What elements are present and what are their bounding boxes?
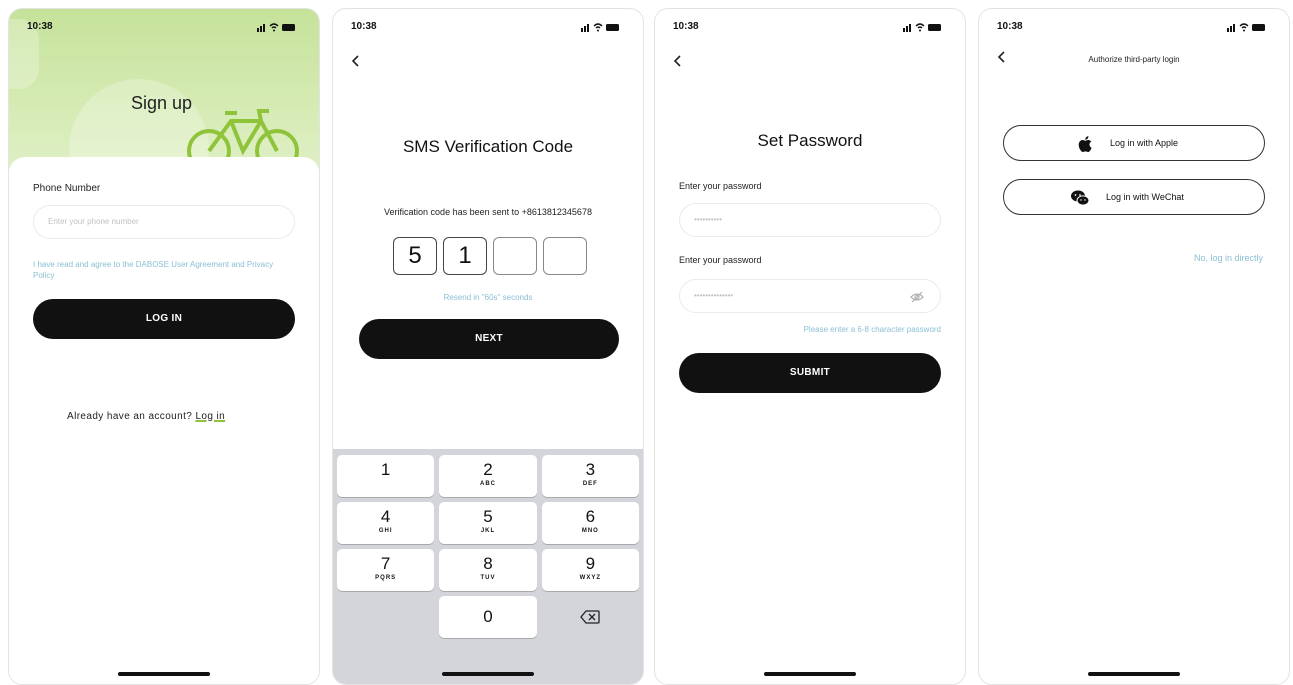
password-input[interactable]: •••••••••• [679, 203, 941, 237]
status-bar: 10:38 [9, 21, 319, 35]
signup-screen: Sign up 10:38 Phone Number Enter your ph… [8, 8, 320, 685]
status-bar: 10:38 [333, 21, 643, 35]
password-label: Enter your password [679, 181, 762, 191]
code-digit[interactable]: 1 [443, 237, 487, 275]
third-party-screen: 10:38 Authorize third-party login Log in… [978, 8, 1290, 685]
signal-battery-icon [257, 23, 295, 32]
page-title: Set Password [757, 131, 863, 150]
wechat-icon [1071, 190, 1090, 206]
password-value: •••••••••• [694, 215, 723, 224]
confirm-password-value: •••••••••••••• [694, 291, 734, 300]
key-6[interactable]: 6 MNO [541, 502, 639, 544]
home-indicator [764, 672, 856, 676]
key-letters: WXYZ [579, 575, 601, 581]
key-number: 4 [380, 507, 391, 526]
status-time: 10:38 [997, 21, 1023, 32]
status-bar: 10:38 [979, 21, 1289, 35]
eye-hidden-icon[interactable] [910, 290, 924, 304]
status-time: 10:38 [351, 21, 377, 32]
phone-input[interactable]: Enter your phone number [33, 205, 295, 239]
password-screen: 10:38 Set Password Enter your password •… [654, 8, 966, 685]
code-digit[interactable] [543, 237, 587, 275]
agreement-link[interactable]: I have read and agree to the DABOSE User… [33, 259, 295, 281]
key-letters: DEF [582, 481, 598, 487]
key-1[interactable]: 1 [337, 455, 435, 497]
phone-placeholder: Enter your phone number [48, 217, 139, 226]
already-text: Already have an account? [67, 411, 193, 422]
key-5[interactable]: 5 JKL [439, 502, 537, 544]
phone-label: Phone Number [33, 183, 101, 194]
key-letters: GHI [378, 528, 393, 534]
already-account: Already have an account? Log in [67, 411, 225, 422]
login-link[interactable]: Log in [195, 411, 225, 422]
key-letters: JKL [480, 528, 496, 534]
sent-message: Verification code has been sent to +8613… [384, 207, 592, 217]
numeric-keypad: 1 2 ABC 3 DEF 4 GHI 5 JKL 6 MNO 7 PQRS 8 TUV 9 W… [333, 449, 643, 684]
key-4[interactable]: 4 GHI [337, 502, 435, 544]
apple-icon [1078, 136, 1092, 152]
login-button[interactable]: LOG IN [33, 299, 295, 339]
apple-login-label: Log in with Apple [1110, 138, 1179, 148]
key-8[interactable]: 8 TUV [439, 549, 537, 591]
skip-login-link[interactable]: No, log in directly [1194, 253, 1263, 263]
status-time: 10:38 [673, 21, 699, 32]
key-number: 5 [483, 507, 493, 526]
signal-battery-icon [581, 23, 619, 32]
resend-timer[interactable]: Resend in "60s" seconds [333, 293, 643, 302]
code-digit[interactable] [493, 237, 537, 275]
key-7[interactable]: 7 PQRS [337, 549, 435, 591]
key-letters: PQRS [375, 575, 397, 581]
key-number: 2 [483, 460, 493, 479]
key-number: 8 [483, 554, 493, 573]
next-button[interactable]: NEXT [359, 319, 619, 359]
password-hint: Please enter a 6-8 character password [803, 325, 941, 334]
confirm-password-label: Enter your password [679, 255, 762, 265]
key-0[interactable]: 0 [439, 596, 537, 638]
home-indicator [1088, 672, 1180, 676]
code-input[interactable]: 5 1 [393, 237, 587, 275]
submit-button[interactable]: SUBMIT [679, 353, 941, 393]
backspace-icon [580, 610, 600, 624]
key-number: 6 [585, 507, 596, 526]
key-3[interactable]: 3 DEF [541, 455, 639, 497]
apple-login-button[interactable]: Log in with Apple [1003, 125, 1265, 161]
signal-battery-icon [1227, 23, 1265, 32]
key-9[interactable]: 9 WXYZ [541, 549, 639, 591]
page-title: SMS Verification Code [402, 137, 574, 156]
key-number: 1 [380, 460, 391, 479]
key-letters: TUV [480, 575, 496, 581]
key-number: 7 [380, 554, 391, 573]
back-arrow-icon[interactable] [349, 53, 363, 69]
page-title: Authorize third-party login [1088, 55, 1180, 64]
key-number: 0 [483, 607, 493, 626]
key-2[interactable]: 2 ABC [439, 455, 537, 497]
confirm-password-input[interactable]: •••••••••••••• [679, 279, 941, 313]
key-letters: ABC [479, 481, 496, 487]
wechat-login-button[interactable]: Log in with WeChat [1003, 179, 1265, 215]
code-digit[interactable]: 5 [393, 237, 437, 275]
key-number: 3 [585, 460, 596, 479]
status-bar: 10:38 [655, 21, 965, 35]
sms-screen: 10:38 SMS Verification Code Verification… [332, 8, 644, 685]
home-indicator [442, 672, 534, 676]
key-number: 9 [585, 554, 596, 573]
back-arrow-icon[interactable] [671, 53, 685, 69]
signal-battery-icon [903, 23, 941, 32]
key-letters: MNO [581, 528, 599, 534]
wechat-login-label: Log in with WeChat [1106, 192, 1184, 202]
key-delete[interactable] [542, 596, 639, 638]
key-blank [337, 596, 434, 638]
status-time: 10:38 [27, 21, 53, 32]
home-indicator [118, 672, 210, 676]
